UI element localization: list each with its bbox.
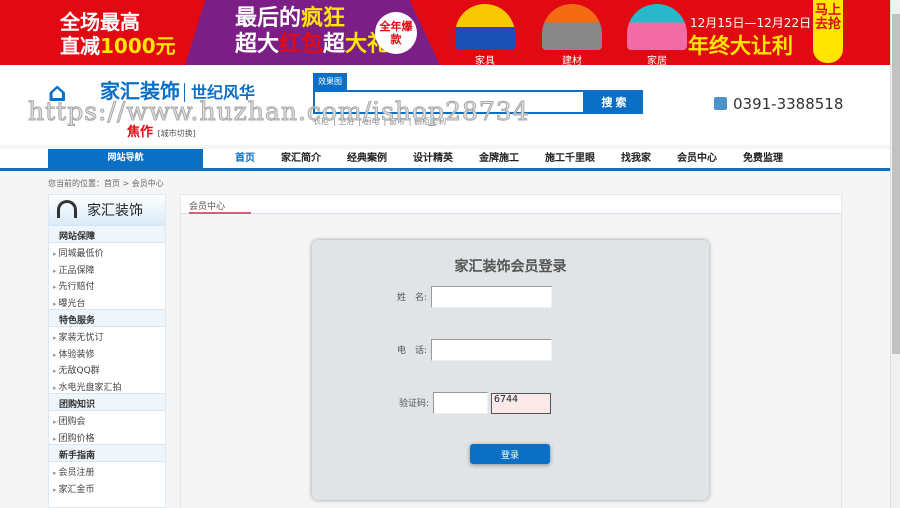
sidebar-link[interactable]: 家装无忧订 (49, 327, 165, 344)
sidebar-link[interactable]: 先行赔付 (49, 276, 165, 293)
name-label: 姓 名: (396, 292, 427, 303)
phone-number: 0391-3388518 (714, 95, 843, 113)
breadcrumb: 您当前的位置：首页 > 会员中心 (48, 179, 164, 188)
promo-banner[interactable]: 全场最高 直减1000元 最后的疯狂 超大红包超大礼 全年爆款 家具 建材 家居 1… (0, 0, 890, 65)
tag-link[interactable]: 厨电 (364, 117, 380, 126)
promo-discount: 全场最高 直减1000元 (60, 10, 176, 58)
nav-home[interactable]: 首页 (222, 149, 268, 168)
captcha-label: 验证码: (398, 398, 429, 409)
tag-link[interactable]: 卫浴 (338, 117, 354, 126)
sale-title: 年终大让利 (688, 34, 793, 58)
sidebar-link[interactable]: 正品保障 (49, 260, 165, 277)
name-input[interactable] (431, 286, 552, 308)
sidebar-link[interactable]: 家汇金币 (49, 479, 165, 496)
phone-input[interactable] (431, 339, 552, 361)
house-logo-icon: ⌂ (48, 77, 67, 108)
sidebar-link[interactable]: 同城最低价 (49, 243, 165, 260)
search-tags: 衣柜 | 卫浴 | 厨电 | 窗帘 | 橱柜定制 (313, 117, 446, 126)
main-nav: 网站导航 首页 家汇简介 经典案例 设计精英 金牌施工 施工千里眼 找我家 会员… (0, 149, 890, 171)
search-input[interactable] (313, 90, 585, 114)
login-title: 家汇装饰会员登录 (454, 259, 567, 275)
product-building[interactable]: 建材 (537, 4, 607, 65)
captcha-input[interactable] (433, 392, 488, 414)
promo-headline: 最后的疯狂 超大红包超大礼 (235, 6, 390, 57)
sidebar-group-title: 特色服务 (49, 309, 165, 327)
product-home[interactable]: 家居 (622, 4, 692, 65)
hot-badge: 全年爆款 (375, 12, 417, 54)
tab-member-center[interactable]: 会员中心 (189, 199, 251, 214)
nav-about[interactable]: 家汇简介 (268, 149, 334, 168)
sidebar-link[interactable]: 团购价格 (49, 428, 165, 445)
scrollbar-thumb[interactable] (892, 14, 900, 354)
date-range: 12月15日—12月22日 (690, 16, 812, 30)
sidebar-link[interactable]: 曝光台 (49, 293, 165, 310)
nav-find-home[interactable]: 找我家 (608, 149, 664, 168)
sidebar-group-title: 新手指南 (49, 444, 165, 462)
login-button[interactable]: 登录 (470, 444, 550, 464)
phone-icon (714, 97, 727, 110)
nav-heading[interactable]: 网站导航 (48, 149, 203, 168)
tag-link[interactable]: 窗帘 (389, 117, 405, 126)
nav-construction[interactable]: 金牌施工 (466, 149, 532, 168)
sidebar: 家汇装饰 网站保障 同城最低价 正品保障 先行赔付 曝光台 特色服务 家装无忧订… (48, 194, 166, 508)
sidebar-group-title: 网站保障 (49, 225, 165, 243)
sidebar-link[interactable]: 水电光盘家汇拍 (49, 377, 165, 394)
nav-supervision[interactable]: 免费监理 (730, 149, 796, 168)
sidebar-link[interactable]: 体验装修 (49, 344, 165, 361)
tag-link[interactable]: 衣柜 (313, 117, 329, 126)
search-button[interactable]: 搜 索 (585, 90, 643, 114)
captcha-image[interactable]: 6744 (491, 392, 551, 414)
site-logo[interactable]: ⌂ 家汇装饰 世纪风华 (48, 75, 256, 108)
site-header: ⌂ 家汇装饰 世纪风华 焦作 [城市切换] 效果图 搜 索 衣柜 | 卫浴 | 厨电 | … (0, 65, 890, 145)
nav-cases[interactable]: 经典案例 (334, 149, 400, 168)
nav-member[interactable]: 会员中心 (664, 149, 730, 168)
headset-icon (57, 200, 77, 218)
search-tab[interactable]: 效果图 (313, 73, 347, 90)
grab-now-button[interactable]: 马上去抢 (813, 0, 843, 63)
sidebar-title: 家汇装饰 (49, 195, 165, 225)
city-selector[interactable]: 焦作 [城市切换] (127, 121, 196, 140)
sidebar-link[interactable]: 团购会 (49, 411, 165, 428)
nav-designers[interactable]: 设计精英 (400, 149, 466, 168)
sidebar-link[interactable]: 会员注册 (49, 462, 165, 479)
tag-link[interactable]: 橱柜定制 (414, 117, 446, 126)
sidebar-link[interactable]: 无敌QQ群 (49, 360, 165, 377)
nav-live-view[interactable]: 施工千里眼 (532, 149, 608, 168)
sidebar-group-title: 团购知识 (49, 393, 165, 411)
phone-label: 电 话: (396, 345, 427, 356)
login-panel: 家汇装饰会员登录 姓 名: 电 话: 验证码: 6744 登录 (312, 240, 709, 500)
product-furniture[interactable]: 家具 (450, 4, 520, 65)
page-scrollbar[interactable] (890, 0, 900, 508)
